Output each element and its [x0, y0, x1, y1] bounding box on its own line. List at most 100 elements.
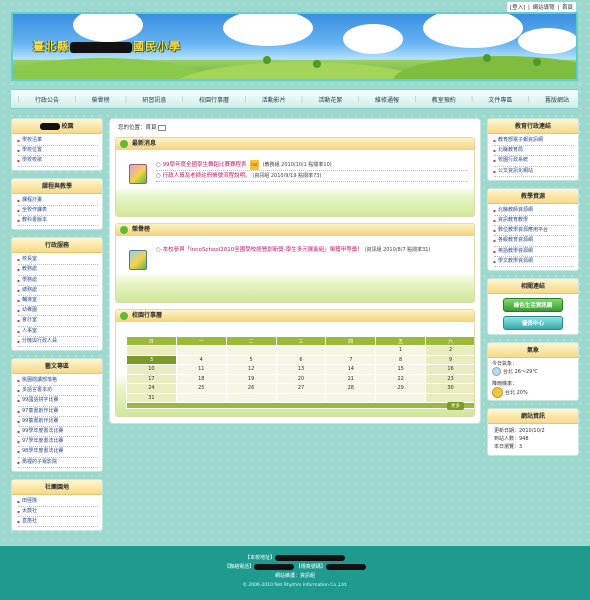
edu-link[interactable]: 公文資訊化網站	[493, 167, 574, 177]
sidebar-item-anthem[interactable]: 學校校歌	[17, 156, 98, 167]
calendar-day-cell[interactable]: 12	[225, 364, 277, 375]
sidebar-item-drum[interactable]: 太鼓社	[17, 507, 98, 518]
breadcrumb: 您的位置：首頁	[110, 119, 480, 135]
calendar-day-cell[interactable]: 19	[225, 373, 277, 384]
calendar-day-cell[interactable]: 9	[425, 354, 474, 365]
sidebar-item-arts[interactable]: 桃園閱讀部落格	[17, 376, 98, 387]
calendar-day-cell[interactable]: 15	[375, 364, 427, 375]
login-link[interactable]: 登入	[512, 5, 523, 11]
sidebar-item-extensions[interactable]: 分機與行政人員	[17, 337, 98, 348]
calendar-day-cell[interactable]: 31	[126, 392, 177, 403]
calendar-day-cell[interactable]: 30	[425, 383, 474, 394]
resource-link[interactable]: 北縣教師資源網	[493, 206, 574, 217]
resource-link[interactable]: 各級教育資源網	[493, 236, 574, 247]
calendar-week-row: 10 11 12 13 14 15 16	[126, 364, 474, 375]
calendar-day-cell[interactable]: 13	[275, 364, 327, 375]
calendar-weekday-header: 三	[275, 336, 327, 346]
sidebar-item-counseling[interactable]: 輔導室	[17, 296, 98, 307]
nav-item-repair[interactable]: 維修通報	[373, 95, 401, 104]
calendar-day-cell[interactable]: 18	[175, 373, 227, 384]
calendar-day-cell[interactable]: 6	[275, 354, 327, 365]
sidebar-item-timetable[interactable]: 全校作課表	[17, 206, 98, 217]
nav-item-documents[interactable]: 文件專區	[486, 95, 514, 104]
sidebar-item-kindergarten[interactable]: 幼稚園	[17, 306, 98, 317]
calendar-day-cell[interactable]: 10	[126, 364, 177, 375]
calendar-day-cell[interactable]: 3	[126, 354, 177, 365]
weather-box: 氣象 今日氣象： 台北 26～29℃ 降雨機率： 台北 20%	[487, 342, 579, 402]
calendar-day-cell[interactable]: 14	[325, 364, 377, 375]
sidebar-item-arts[interactable]: 97學年度書法比賽	[17, 437, 98, 448]
calendar-day-cell[interactable]: 24	[126, 383, 177, 394]
sidebar-item-personnel[interactable]: 人事室	[17, 327, 98, 337]
sidebar-item-general-affairs[interactable]: 總務處	[17, 286, 98, 297]
sidebar-item-arts[interactable]: 喬裡的子電影院	[17, 458, 98, 468]
calendar-day-cell[interactable]: 23	[425, 373, 474, 384]
nav-item-booking[interactable]: 教室預約	[430, 95, 458, 104]
sidebar-item-curriculum[interactable]: 課程計畫	[17, 196, 98, 206]
sidebar-item-student-affairs[interactable]: 學務處	[17, 276, 98, 286]
calendar-day-cell[interactable]: 8	[375, 354, 427, 365]
calendar-day-cell[interactable]: 7	[325, 354, 377, 365]
calendar-day-cell[interactable]: 28	[325, 383, 377, 394]
home-link[interactable]: 首頁	[562, 5, 573, 11]
sidebar-item-arts[interactable]: 99童書創作比賽	[17, 417, 98, 428]
nav-item-announcements[interactable]: 行政公告	[33, 95, 61, 104]
school-name-prefix: 臺北縣	[33, 40, 69, 53]
calendar-day-cell[interactable]: 20	[275, 373, 327, 384]
calendar-day-cell[interactable]: 4	[175, 354, 227, 365]
honor-item-link[interactable]: 本校參與「InnoSchool2010全國學校經營創新獎-學生多元展能組」榮獲甲…	[163, 247, 363, 253]
sidebar-item-recorder[interactable]: 直笛社	[17, 517, 98, 528]
nav-item-honors[interactable]: 榮譽榜	[90, 95, 112, 104]
news-section: 最新消息 ○ 99學年度全國學生舞蹈比賽賽程表 hot (教務組 2010/10…	[115, 137, 475, 217]
resource-link[interactable]: 學文教學資源網	[493, 257, 574, 268]
page-icon	[158, 124, 167, 131]
sitemap-link[interactable]: 網站導覽	[533, 5, 555, 11]
calendar-day-cell[interactable]: 27	[275, 383, 327, 394]
calendar-day-cell[interactable]: 25	[175, 383, 227, 394]
news-item-link[interactable]: 行政人員及老師註冊帳號流程說明。	[163, 173, 251, 179]
news-item-link[interactable]: 99學年度全國學生舞蹈比賽賽程表	[163, 162, 247, 168]
resource-link[interactable]: 數位教學資源應用平台	[493, 226, 574, 237]
calendar-day-cell[interactable]: 5	[225, 354, 277, 365]
edu-link[interactable]: 教育部電子報資訊網	[493, 136, 574, 147]
calendar-day-cell[interactable]: 16	[425, 364, 474, 375]
edu-link[interactable]: 北縣教育局	[493, 146, 574, 157]
left-sidebar: 校園 學校沿革 學校位置 學校校歌 課程與教學 課程計畫 全校作課表 教科書版本…	[11, 118, 103, 538]
nav-item-training[interactable]: 研習訊息	[140, 95, 168, 104]
nav-separator: |	[414, 95, 417, 103]
news-item: ○ 99學年度全國學生舞蹈比賽賽程表 hot (教務組 2010/10/1 點閱…	[156, 160, 468, 171]
calendar-day-cell[interactable]: 2	[425, 345, 474, 356]
sidebar-item-arts[interactable]: 99學年度書法比賽	[17, 427, 98, 438]
sidebar-item-accounting[interactable]: 會計室	[17, 316, 98, 327]
calendar-day-cell[interactable]: 1	[375, 345, 427, 356]
sidebar-item-arts[interactable]: 多語言書本坊	[17, 386, 98, 397]
sidebar-item-location[interactable]: 學校位置	[17, 146, 98, 157]
resource-link[interactable]: 資訊教育教學	[493, 216, 574, 227]
arts-box-title: 藝文專區	[12, 359, 102, 375]
sidebar-item-arts[interactable]: 98學年度書法比賽	[17, 447, 98, 458]
green-life-button[interactable]: 綠色生活資訊網	[503, 298, 563, 313]
quality-center-button[interactable]: 優良中心	[503, 316, 563, 331]
calendar-day-cell[interactable]: 26	[225, 383, 277, 394]
edu-link[interactable]: 校園行政系統	[493, 156, 574, 167]
sidebar-item-arts[interactable]: 99國語拼字比賽	[17, 396, 98, 407]
calendar-weekday-header: 二	[225, 336, 277, 346]
sidebar-item-arts[interactable]: 97童書創作比賽	[17, 407, 98, 417]
nav-item-videos[interactable]: 活動影片	[260, 95, 288, 104]
sidebar-item-textbooks[interactable]: 教科書版本	[17, 216, 98, 227]
calendar-day-cell[interactable]: 22	[375, 373, 427, 384]
calendar-day-cell[interactable]: 17	[126, 373, 177, 384]
calendar-day-cell[interactable]: 11	[175, 364, 227, 375]
school-box-title-text: 校園	[61, 123, 74, 130]
sidebar-item-track[interactable]: 田徑隊	[17, 497, 98, 508]
sidebar-item-principal[interactable]: 校長室	[17, 255, 98, 266]
sidebar-item-academic[interactable]: 教務處	[17, 265, 98, 276]
sidebar-item-history[interactable]: 學校沿革	[17, 136, 98, 147]
nav-item-calendar[interactable]: 校園行事曆	[197, 95, 231, 104]
calendar-day-cell[interactable]: 21	[325, 373, 377, 384]
nav-item-photos[interactable]: 活動花絮	[316, 95, 344, 104]
nav-item-old-site[interactable]: 舊版網站	[543, 95, 571, 104]
calendar-day-cell[interactable]: 29	[375, 383, 427, 394]
calendar-more-button[interactable]: 更多	[447, 402, 464, 410]
resource-link[interactable]: 英語教學資源網	[493, 247, 574, 257]
